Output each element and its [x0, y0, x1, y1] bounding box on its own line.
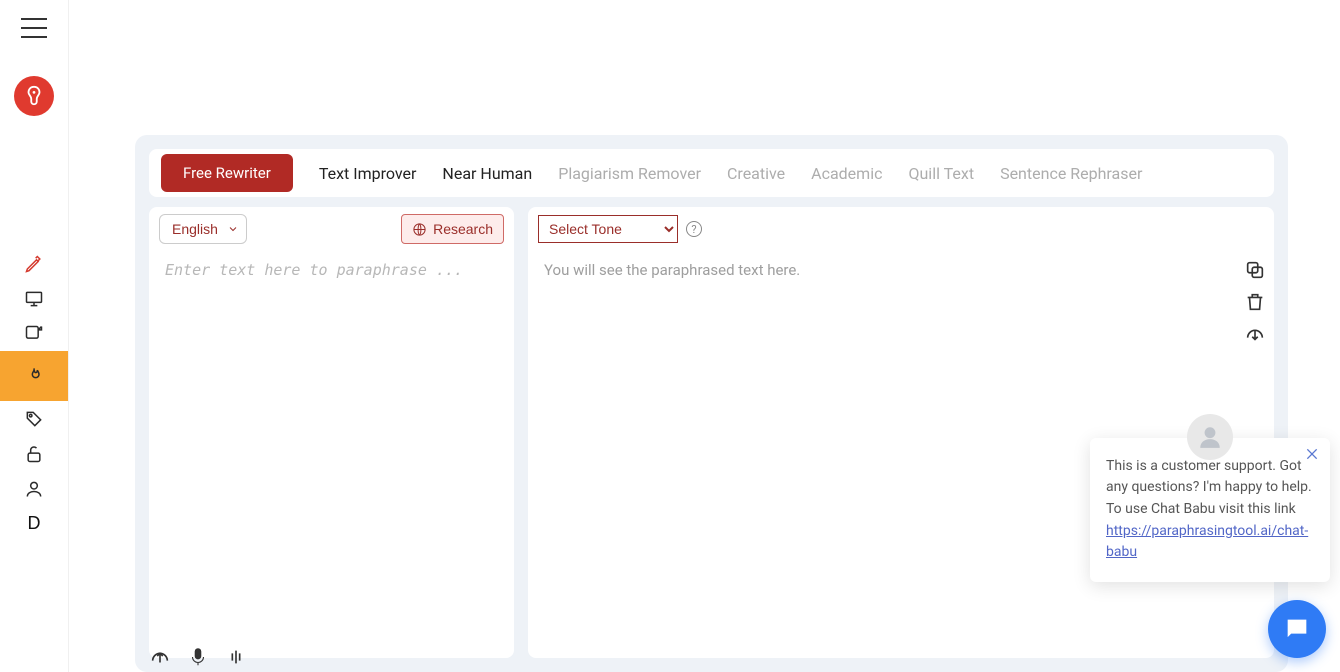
sidebar-nav: D — [0, 246, 68, 541]
input-pane: English Research — [149, 207, 514, 658]
tab-sentence-rephraser[interactable]: Sentence Rephraser — [1000, 164, 1142, 183]
flame-icon — [24, 366, 44, 386]
app-logo[interactable] — [14, 76, 54, 116]
user-icon — [24, 479, 44, 499]
sidebar: D — [0, 0, 69, 672]
paraphrase-input[interactable] — [165, 261, 498, 648]
chat-close-button[interactable] — [1304, 446, 1320, 462]
output-pane-header: Select Tone ? — [528, 207, 1274, 251]
tab-label: Near Human — [442, 164, 532, 183]
main-area: Free Rewriter Text Improver Near Human P… — [69, 0, 1340, 672]
tab-label: Sentence Rephraser — [1000, 164, 1142, 183]
research-button[interactable]: Research — [401, 214, 504, 244]
sidebar-item-compose[interactable] — [0, 316, 68, 351]
audio-wave-icon[interactable] — [225, 646, 247, 668]
download-icon[interactable] — [1244, 323, 1266, 345]
pencil-icon — [24, 254, 44, 274]
input-pane-header: English Research — [149, 207, 514, 251]
chat-icon — [1283, 615, 1311, 643]
sidebar-item-trending[interactable] — [0, 351, 68, 401]
tag-icon — [24, 409, 44, 429]
tone-help-button[interactable]: ? — [686, 221, 702, 237]
tab-free-rewriter[interactable]: Free Rewriter — [161, 154, 293, 192]
editor-panes: English Research — [149, 207, 1274, 658]
tab-label: Creative — [727, 164, 785, 183]
sidebar-item-d[interactable]: D — [0, 506, 68, 541]
avatar-icon — [1197, 424, 1223, 450]
workspace: Free Rewriter Text Improver Near Human P… — [135, 135, 1288, 672]
help-icon: ? — [691, 223, 696, 236]
output-pane: Select Tone ? You will see the paraphras… — [528, 207, 1274, 658]
sidebar-item-unlock[interactable] — [0, 436, 68, 471]
tab-quill-text[interactable]: Quill Text — [908, 164, 974, 183]
support-avatar — [1187, 414, 1233, 460]
tab-plagiarism-remover[interactable]: Plagiarism Remover — [558, 164, 701, 183]
tab-label: Plagiarism Remover — [558, 164, 701, 183]
copy-icon[interactable] — [1244, 259, 1266, 281]
tab-creative[interactable]: Creative — [727, 164, 785, 183]
chat-message-text: This is a customer support. Got any ques… — [1106, 458, 1312, 517]
unlock-icon — [24, 444, 44, 464]
tab-label: Text Improver — [319, 164, 417, 183]
tone-select[interactable]: Select Tone — [538, 215, 678, 243]
paraphrase-output: You will see the paraphrased text here. — [544, 261, 1258, 279]
globe-icon — [412, 222, 427, 237]
language-select[interactable]: English — [159, 214, 247, 244]
tab-near-human[interactable]: Near Human — [442, 164, 532, 183]
compose-icon — [24, 324, 44, 344]
sidebar-item-user[interactable] — [0, 471, 68, 506]
research-button-label: Research — [433, 221, 493, 237]
sidebar-item-edit[interactable] — [0, 246, 68, 281]
monitor-icon — [24, 289, 44, 309]
input-pane-body — [149, 251, 514, 658]
chat-link[interactable]: https://paraphrasingtool.ai/chat-babu — [1106, 523, 1308, 561]
chat-message: This is a customer support. Got any ques… — [1106, 456, 1314, 564]
language-select-wrap: English — [159, 214, 247, 244]
microphone-icon[interactable] — [187, 646, 209, 668]
tone-select-wrap: Select Tone ? — [538, 215, 702, 243]
tab-academic[interactable]: Academic — [811, 164, 882, 183]
upload-icon[interactable] — [149, 646, 171, 668]
menu-toggle-button[interactable] — [21, 18, 47, 38]
tab-text-improver[interactable]: Text Improver — [319, 164, 417, 183]
mode-tab-bar: Free Rewriter Text Improver Near Human P… — [149, 149, 1274, 197]
support-chat-popup: This is a customer support. Got any ques… — [1090, 438, 1330, 582]
tab-label: Free Rewriter — [183, 164, 271, 182]
sidebar-item-pricing[interactable] — [0, 401, 68, 436]
input-tools — [149, 646, 247, 668]
output-actions — [1244, 259, 1266, 345]
sidebar-item-d-label: D — [28, 513, 41, 534]
tab-label: Quill Text — [908, 164, 974, 183]
close-icon — [1304, 446, 1320, 462]
sidebar-item-monitor[interactable] — [0, 281, 68, 316]
delete-icon[interactable] — [1244, 291, 1266, 313]
chat-launcher-button[interactable] — [1268, 600, 1326, 658]
tab-label: Academic — [811, 164, 882, 183]
